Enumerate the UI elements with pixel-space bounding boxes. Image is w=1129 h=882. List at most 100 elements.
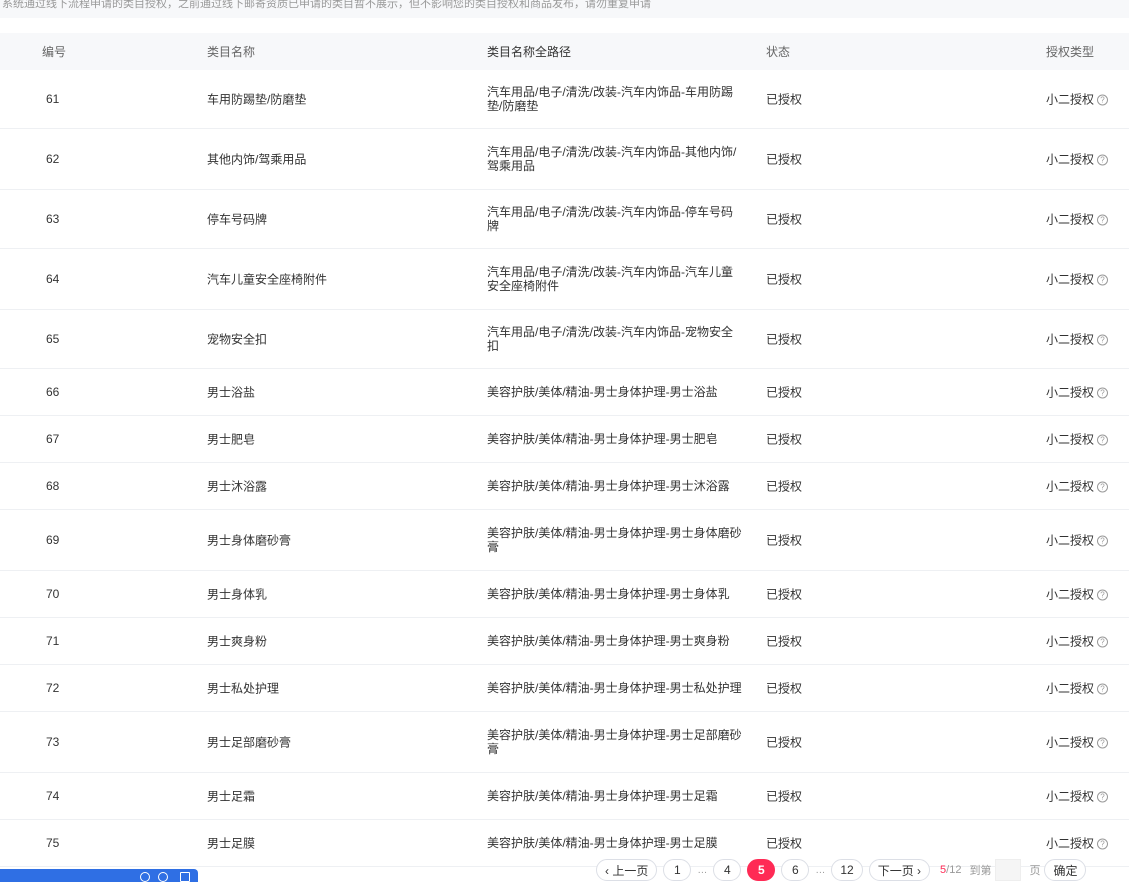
row-category-path: 美容护肤/美体/精油-男士身体护理-男士浴盐 — [487, 385, 718, 399]
row-id: 73 — [46, 735, 60, 749]
table-row: 71 男士爽身粉 美容护肤/美体/精油-男士身体护理-男士爽身粉 已授权 小二授权? — [0, 618, 1129, 665]
row-status: 已授权 — [766, 152, 803, 167]
table-row: 69 男士身体磨砂膏 美容护肤/美体/精油-男士身体护理-男士身体磨砂膏 已授权 小二授… — [0, 510, 1129, 571]
header-path: 类目名称全路径 — [487, 44, 572, 59]
header-auth-type: 授权类型 — [1046, 45, 1095, 59]
page-unit-label: 页 — [1029, 865, 1041, 877]
row-id: 68 — [46, 479, 60, 493]
table-row: 63 停车号码牌 汽车用品/电子/清洗/改装-汽车内饰品-停车号码牌 已授权 小二授权? — [0, 190, 1129, 249]
row-category-path: 美容护肤/美体/精油-男士身体护理-男士足部磨砂膏 — [487, 728, 742, 756]
help-icon[interactable]: ? — [1097, 589, 1109, 601]
row-category-name: 宠物安全扣 — [207, 332, 268, 347]
row-auth-type: 小二授权? — [1046, 478, 1109, 495]
row-category-path: 汽车用品/电子/清洗/改装-汽车内饰品-其他内饰/驾乘用品 — [487, 145, 737, 173]
row-category-name: 男士足部磨砂膏 — [207, 735, 292, 750]
goto-page-input[interactable] — [995, 859, 1022, 881]
table-row: 72 男士私处护理 美容护肤/美体/精油-男士身体护理-男士私处护理 已授权 小二授权? — [0, 665, 1129, 712]
page-button[interactable]: 4 — [713, 859, 742, 881]
row-auth-type: 小二授权? — [1046, 384, 1109, 401]
row-status: 已授权 — [766, 681, 803, 696]
taskbar-icon[interactable] — [180, 872, 190, 882]
row-status: 已授权 — [766, 836, 803, 851]
help-icon[interactable]: ? — [1097, 481, 1109, 493]
page-info: 5/12 — [940, 864, 961, 876]
row-category-name: 男士沐浴露 — [207, 479, 268, 494]
row-category-name: 其他内饰/驾乘用品 — [207, 152, 307, 167]
row-id: 63 — [46, 212, 60, 226]
row-auth-type-label: 小二授权 — [1046, 212, 1095, 227]
row-category-name: 男士足霜 — [207, 789, 256, 804]
header-id: 编号 — [42, 45, 67, 59]
row-category-path: 汽车用品/电子/清洗/改装-汽车内饰品-宠物安全扣 — [487, 325, 733, 353]
help-icon[interactable]: ? — [1097, 791, 1109, 803]
prev-page-button[interactable]: ‹ 上一页 — [596, 859, 658, 881]
help-icon[interactable]: ? — [1097, 154, 1109, 166]
table-row: 66 男士浴盐 美容护肤/美体/精油-男士身体护理-男士浴盐 已授权 小二授权? — [0, 369, 1129, 416]
row-category-name: 男士肥皂 — [207, 432, 256, 447]
row-auth-type-label: 小二授权 — [1046, 587, 1095, 602]
row-status: 已授权 — [766, 385, 803, 400]
page-button-current[interactable]: 5 — [747, 859, 776, 881]
confirm-button[interactable]: 确定 — [1044, 859, 1087, 881]
row-auth-type-label: 小二授权 — [1046, 332, 1095, 347]
goto-label: 到第 — [969, 865, 992, 877]
table-body: 61 车用防踢垫/防磨垫 汽车用品/电子/清洗/改装-汽车内饰品-车用防踢垫/防磨垫… — [0, 70, 1129, 867]
next-page-button[interactable]: 下一页 › — [868, 859, 931, 881]
help-icon[interactable]: ? — [1097, 838, 1109, 850]
table-row: 61 车用防踢垫/防磨垫 汽车用品/电子/清洗/改装-汽车内饰品-车用防踢垫/防磨垫… — [0, 70, 1129, 129]
row-id: 72 — [46, 681, 60, 695]
page-ellipsis: … — [697, 864, 708, 876]
row-status: 已授权 — [766, 332, 803, 347]
help-icon[interactable]: ? — [1097, 434, 1109, 446]
row-status: 已授权 — [766, 212, 803, 227]
taskbar-icon[interactable] — [140, 872, 150, 882]
row-status: 已授权 — [766, 587, 803, 602]
row-auth-type-label: 小二授权 — [1046, 836, 1095, 851]
help-icon[interactable]: ? — [1097, 535, 1109, 547]
help-icon[interactable]: ? — [1097, 636, 1109, 648]
row-status: 已授权 — [766, 789, 803, 804]
row-category-path: 美容护肤/美体/精油-男士身体护理-男士私处护理 — [487, 681, 742, 695]
help-icon[interactable]: ? — [1097, 94, 1109, 106]
help-icon[interactable]: ? — [1097, 334, 1109, 346]
row-category-name: 男士身体乳 — [207, 587, 268, 602]
category-table: 编号 类目名称 类目名称全路径 状态 授权类型 61 车用防踢垫/防磨垫 汽车用品/… — [0, 33, 1129, 867]
row-auth-type: 小二授权? — [1046, 271, 1109, 288]
help-icon[interactable]: ? — [1097, 387, 1109, 399]
taskbar-icon[interactable] — [158, 872, 168, 882]
help-icon[interactable]: ? — [1097, 683, 1109, 695]
table-row: 64 汽车儿童安全座椅附件 汽车用品/电子/清洗/改装-汽车内饰品-汽车儿童安全座椅… — [0, 249, 1129, 310]
row-auth-type-label: 小二授权 — [1046, 533, 1095, 548]
row-status: 已授权 — [766, 634, 803, 649]
row-auth-type: 小二授权? — [1046, 91, 1109, 108]
row-category-path: 美容护肤/美体/精油-男士身体护理-男士足霜 — [487, 789, 718, 803]
help-icon[interactable]: ? — [1097, 737, 1109, 749]
row-auth-type-label: 小二授权 — [1046, 152, 1095, 167]
row-category-name: 车用防踢垫/防磨垫 — [207, 92, 307, 107]
row-id: 71 — [46, 634, 60, 648]
row-category-path: 美容护肤/美体/精油-男士身体护理-男士足膜 — [487, 836, 718, 850]
page-ellipsis: … — [815, 864, 826, 876]
row-auth-type: 小二授权? — [1046, 331, 1109, 348]
row-category-path: 美容护肤/美体/精油-男士身体护理-男士肥皂 — [487, 432, 718, 446]
row-id: 66 — [46, 385, 60, 399]
help-icon[interactable]: ? — [1097, 214, 1109, 226]
row-id: 70 — [46, 587, 60, 601]
row-category-name: 男士爽身粉 — [207, 634, 268, 649]
page-button[interactable]: 6 — [781, 859, 810, 881]
page-button[interactable]: 12 — [831, 859, 863, 881]
row-auth-type: 小二授权? — [1046, 586, 1109, 603]
row-auth-type-label: 小二授权 — [1046, 432, 1095, 447]
row-auth-type: 小二授权? — [1046, 151, 1109, 168]
page-button[interactable]: 1 — [663, 859, 692, 881]
help-icon[interactable]: ? — [1097, 274, 1109, 286]
table-row: 62 其他内饰/驾乘用品 汽车用品/电子/清洗/改装-汽车内饰品-其他内饰/驾乘用品… — [0, 129, 1129, 190]
row-id: 69 — [46, 533, 60, 547]
row-id: 67 — [46, 432, 60, 446]
row-category-path: 汽车用品/电子/清洗/改装-汽车内饰品-停车号码牌 — [487, 205, 733, 233]
row-auth-type-label: 小二授权 — [1046, 735, 1095, 750]
header-status: 状态 — [766, 45, 791, 59]
row-auth-type: 小二授权? — [1046, 211, 1109, 228]
row-auth-type: 小二授权? — [1046, 835, 1109, 852]
row-auth-type: 小二授权? — [1046, 734, 1109, 751]
